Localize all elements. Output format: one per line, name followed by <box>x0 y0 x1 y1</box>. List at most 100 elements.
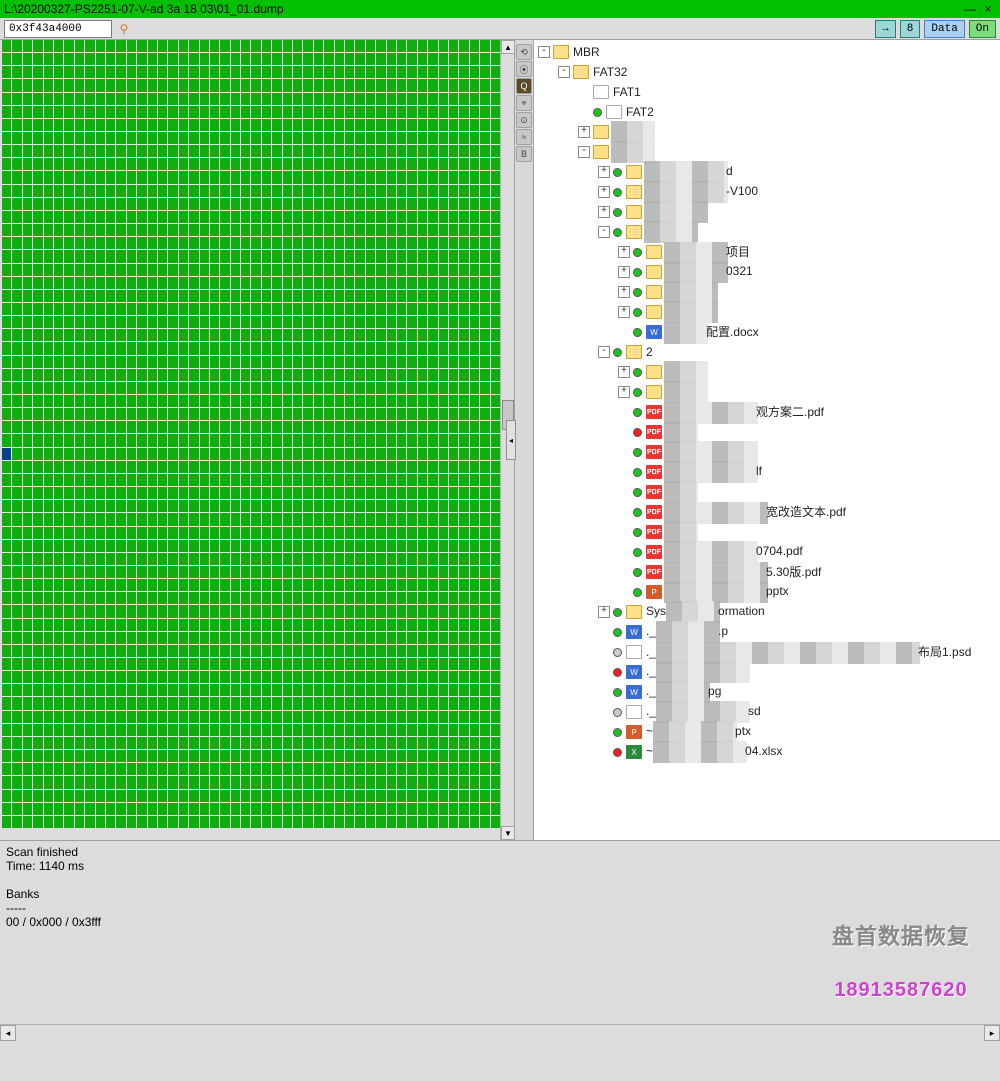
tree-row[interactable]: PDF <box>538 482 996 502</box>
tree-row[interactable]: - FAT32 <box>538 62 996 82</box>
tree-expander <box>598 646 610 658</box>
tree-label: ~04.xlsx <box>646 744 782 760</box>
pdf-icon: PDF <box>646 445 662 459</box>
tree-row[interactable]: +d <box>538 162 996 182</box>
pin-icon[interactable]: ⚲ <box>116 21 132 37</box>
tree-row[interactable]: W._.p <box>538 622 996 642</box>
tree-expander[interactable]: + <box>618 306 630 318</box>
tree-expander[interactable]: + <box>618 266 630 278</box>
status-dot <box>633 268 642 277</box>
address-input[interactable] <box>4 20 112 38</box>
tree-row[interactable]: +Sysormation <box>538 602 996 622</box>
midbtn-b[interactable]: B <box>516 146 532 162</box>
tree-row[interactable]: + <box>538 382 996 402</box>
scroll-right-arrow[interactable]: ▸ <box>984 1025 1000 1041</box>
tree-expander[interactable]: + <box>618 286 630 298</box>
tree-row[interactable]: -2 <box>538 342 996 362</box>
tree-label <box>666 304 716 320</box>
tree-row[interactable]: + <box>538 362 996 382</box>
tree-label: FAT1 <box>613 85 641 99</box>
tree-label: 宽改造文本.pdf <box>666 503 846 521</box>
midbtn-mark[interactable]: ⊙ <box>516 112 532 128</box>
tree-expander[interactable]: + <box>618 386 630 398</box>
tree-expander[interactable]: - <box>598 226 610 238</box>
on-button[interactable]: On <box>969 20 996 38</box>
tree-row[interactable]: W._pg <box>538 682 996 702</box>
status-dot <box>613 648 622 657</box>
tree-expander[interactable]: + <box>598 606 610 618</box>
tree-row[interactable]: FAT1 <box>538 82 996 102</box>
tree-row[interactable]: + <box>538 202 996 222</box>
tree-row[interactable]: ._sd <box>538 702 996 722</box>
tree-expander[interactable]: + <box>618 246 630 258</box>
pdf-icon: PDF <box>646 405 662 419</box>
tree-row[interactable]: PDF <box>538 522 996 542</box>
tree-row[interactable]: P~ptx <box>538 722 996 742</box>
file-icon <box>626 645 642 659</box>
data-button[interactable]: Data <box>924 20 964 38</box>
mid-tool-strip: ⟲ ⦿ Q ⌖ ⊙ ≈ B <box>514 40 534 840</box>
close-button[interactable]: × <box>980 2 996 16</box>
tree-row[interactable]: X~04.xlsx <box>538 742 996 762</box>
scroll-left-arrow[interactable]: ◂ <box>0 1025 16 1041</box>
tree-label: FAT32 <box>593 65 627 79</box>
tree-row[interactable]: W._ <box>538 662 996 682</box>
tree-row[interactable]: +项目 <box>538 242 996 262</box>
horizontal-scrollbar[interactable]: ◂ ▸ <box>0 1024 1000 1040</box>
tree-row[interactable]: - <box>538 222 996 242</box>
width-button[interactable]: 8 <box>900 20 921 38</box>
tree-row[interactable]: PDF5.30版.pdf <box>538 562 996 582</box>
block-map-grid[interactable] <box>2 40 500 828</box>
tree-label: ._.p <box>646 624 728 640</box>
tree-row[interactable]: ._布局1.psd <box>538 642 996 662</box>
tree-row[interactable]: PDF宽改造文本.pdf <box>538 502 996 522</box>
tree-label: 0321 <box>666 264 753 280</box>
tree-label <box>666 364 706 380</box>
tree-row[interactable]: FAT2 <box>538 102 996 122</box>
tree-row[interactable]: + <box>538 122 996 142</box>
tree-row[interactable]: + <box>538 282 996 302</box>
midbtn-filter[interactable]: ≈ <box>516 129 532 145</box>
tree-row[interactable]: Ppptx <box>538 582 996 602</box>
tree-label: d <box>646 164 733 180</box>
tree-row[interactable]: PDF观方案二.pdf <box>538 402 996 422</box>
scroll-up-arrow[interactable]: ▲ <box>501 40 515 54</box>
tree-expander[interactable]: + <box>598 186 610 198</box>
tree-row[interactable]: - MBR <box>538 42 996 62</box>
file-tree[interactable]: -MBR-FAT32FAT1FAT2+-+d+-V100+-+项目+0321++… <box>534 40 1000 764</box>
tree-row[interactable]: PDF <box>538 442 996 462</box>
pdf-icon: PDF <box>646 465 662 479</box>
tree-expander[interactable]: + <box>598 206 610 218</box>
minimize-button[interactable]: — <box>962 2 978 16</box>
midbtn-history[interactable]: ⟲ <box>516 44 532 60</box>
tree-expander[interactable]: - <box>538 46 550 58</box>
status-dot <box>593 108 602 117</box>
tree-expander[interactable]: - <box>598 346 610 358</box>
status-dot <box>613 628 622 637</box>
status-dot <box>633 588 642 597</box>
tree-expander[interactable]: - <box>558 66 570 78</box>
tree-row[interactable]: PDF <box>538 422 996 442</box>
goto-button[interactable]: → <box>875 20 896 38</box>
midbtn-settings[interactable]: ⦿ <box>516 61 532 77</box>
tree-row[interactable]: +-V100 <box>538 182 996 202</box>
tree-expander[interactable]: - <box>578 146 590 158</box>
pdf-icon: PDF <box>646 485 662 499</box>
folder-icon <box>646 365 662 379</box>
midbtn-locate[interactable]: ⌖ <box>516 95 532 111</box>
folder-icon <box>626 605 642 619</box>
folder-icon <box>593 145 609 159</box>
tree-row[interactable]: - <box>538 142 996 162</box>
tree-expander[interactable]: + <box>578 126 590 138</box>
tree-expander[interactable]: + <box>618 366 630 378</box>
tree-row[interactable]: +0321 <box>538 262 996 282</box>
tree-row[interactable]: W配置.docx <box>538 322 996 342</box>
tree-row[interactable]: PDF0704.pdf <box>538 542 996 562</box>
tree-label: MBR <box>573 45 600 59</box>
splitter-collapse-button[interactable]: ◂ <box>506 420 516 460</box>
tree-row[interactable]: + <box>538 302 996 322</box>
midbtn-search[interactable]: Q <box>516 78 532 94</box>
tree-expander[interactable]: + <box>598 166 610 178</box>
scroll-down-arrow[interactable]: ▼ <box>501 826 515 840</box>
tree-row[interactable]: PDFlf <box>538 462 996 482</box>
